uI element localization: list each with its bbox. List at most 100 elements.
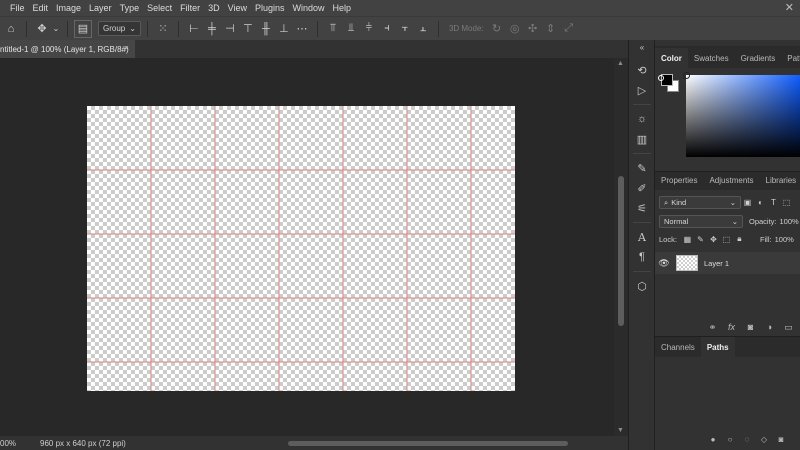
add-mask-icon[interactable]: ◙ (775, 435, 787, 444)
tab-properties[interactable]: Properties (655, 172, 703, 190)
vertical-scrollbar[interactable]: ▲ ▼ (614, 58, 628, 436)
fill-path-icon[interactable]: ● (707, 435, 719, 444)
link-layers-icon[interactable]: ⚭ (705, 322, 720, 333)
color-picker-marker[interactable] (683, 72, 690, 79)
scroll-up-icon[interactable]: ▲ (617, 60, 624, 67)
3d-drag-icon[interactable]: ✣ (524, 20, 542, 38)
menu-help[interactable]: Help (333, 3, 352, 13)
filter-type-icon[interactable]: T (767, 198, 780, 207)
tab-adjustments[interactable]: Adjustments (703, 172, 759, 190)
workspace[interactable] (0, 58, 614, 436)
scroll-down-icon[interactable]: ▼ (617, 427, 624, 434)
chevron-down-icon[interactable]: ⌄ (51, 20, 61, 38)
zoom-level[interactable]: 00% (0, 439, 40, 448)
3d-scale-icon[interactable]: ⤢ (560, 20, 578, 38)
menu-layer[interactable]: Layer (89, 3, 112, 13)
load-selection-icon[interactable]: ◌ (741, 435, 753, 444)
menu-image[interactable]: Image (56, 3, 81, 13)
align-center-h-icon[interactable]: ╪ (203, 20, 221, 38)
tab-channels[interactable]: Channels (655, 337, 701, 357)
menu-type[interactable]: Type (120, 3, 140, 13)
lock-artboard-icon[interactable]: ⬚ (720, 235, 733, 244)
align-top-icon[interactable]: ⊤ (239, 20, 257, 38)
lock-image-icon[interactable]: ✎ (694, 235, 707, 244)
lock-position-icon[interactable]: ✥ (707, 235, 720, 244)
layer-style-icon[interactable]: fx (724, 322, 739, 333)
tab-patterns[interactable]: Patterns (781, 48, 800, 68)
document-canvas[interactable] (87, 106, 515, 391)
distribute-hcenter-icon[interactable]: ⫟ (396, 20, 414, 38)
tab-color[interactable]: Color (655, 48, 688, 68)
paragraph-icon[interactable]: ¶ (629, 247, 655, 267)
auto-select-icon[interactable]: ▤ (74, 19, 92, 38)
align-right-icon[interactable]: ⊣ (221, 20, 239, 38)
tool-presets-icon[interactable]: ⚟ (629, 198, 655, 218)
adjustment-layer-icon[interactable]: ◑ (762, 322, 777, 333)
menu-edit[interactable]: Edit (33, 3, 49, 13)
character-icon[interactable]: A (629, 227, 655, 247)
3d-roll-icon[interactable]: ◎ (506, 20, 524, 38)
blend-row: Normal ⌄ Opacity: 100% (655, 215, 800, 228)
play-actions-icon[interactable]: ▷ (629, 80, 655, 100)
lock-transparent-icon[interactable]: ▦ (681, 235, 694, 244)
menu-file[interactable]: File (10, 3, 25, 13)
lock-all-icon[interactable]: 🔒︎ (733, 234, 746, 244)
close-tab-icon[interactable]: × (124, 43, 129, 53)
menu-plugins[interactable]: Plugins (255, 3, 285, 13)
distribute-left-icon[interactable]: ⫞ (378, 20, 396, 38)
add-mask-icon[interactable]: ◙ (743, 322, 758, 333)
align-left-icon[interactable]: ⊢ (185, 20, 203, 38)
histogram-icon[interactable]: ▥ (629, 129, 655, 149)
more-options-icon[interactable]: ⋯ (293, 20, 311, 38)
layer-name[interactable]: Layer 1 (704, 259, 729, 268)
menu-window[interactable]: Window (293, 3, 325, 13)
window-close-icon[interactable]: ✕ (785, 1, 794, 14)
tab-gradients[interactable]: Gradients (735, 48, 782, 68)
distribute-top-icon[interactable]: ⫪ (324, 20, 342, 38)
menu-view[interactable]: View (228, 3, 247, 13)
menu-select[interactable]: Select (147, 3, 172, 13)
eye-icon[interactable]: 👁︎ (655, 258, 673, 269)
transform-controls-icon[interactable]: ⁙ (154, 20, 172, 38)
new-group-icon[interactable]: ▭ (781, 322, 796, 333)
tab-swatches[interactable]: Swatches (688, 48, 735, 68)
color-picker-field[interactable] (683, 72, 800, 157)
vertical-scroll-thumb[interactable] (618, 176, 624, 326)
opacity-value[interactable]: 100% (780, 217, 799, 226)
auto-select-dropdown[interactable]: Group ⌄ (98, 21, 141, 36)
collapse-panels-icon[interactable]: « (629, 40, 655, 54)
make-work-path-icon[interactable]: ◇ (758, 435, 770, 444)
3d-slide-icon[interactable]: ⇕ (542, 20, 560, 38)
tab-libraries[interactable]: Libraries (760, 172, 800, 190)
distribute-right-icon[interactable]: ⫠ (414, 20, 432, 38)
fill-value[interactable]: 100% (775, 235, 794, 244)
filter-adjustment-icon[interactable]: ◐ (754, 198, 767, 207)
adjustments-icon[interactable]: ☼ (629, 109, 655, 129)
layer-row[interactable]: 👁︎ Layer 1 (655, 252, 800, 274)
3d-orbit-icon[interactable]: ↻ (488, 20, 506, 38)
move-tool-icon[interactable]: ✥ (33, 20, 51, 38)
distribute-bottom-icon[interactable]: ⫩ (360, 20, 378, 38)
home-icon[interactable]: ⌂ (2, 20, 20, 38)
history-icon[interactable]: ⟲ (629, 60, 655, 80)
options-divider (316, 20, 318, 37)
3d-cube-icon[interactable]: ⬡ (629, 276, 655, 296)
stroke-path-icon[interactable]: ○ (724, 435, 736, 444)
filter-pixel-icon[interactable]: ▣ (741, 198, 754, 207)
layer-filter-kind[interactable]: ⌕ Kind ⌄ (659, 196, 741, 209)
document-info[interactable]: 960 px x 640 px (72 ppi) (40, 439, 126, 448)
tab-paths[interactable]: Paths (700, 337, 735, 357)
filter-shape-icon[interactable]: ⬚ (780, 198, 793, 207)
menu-filter[interactable]: Filter (180, 3, 200, 13)
menu-3d[interactable]: 3D (208, 3, 220, 13)
options-divider (146, 20, 148, 37)
blend-mode-dropdown[interactable]: Normal ⌄ (659, 215, 743, 228)
distribute-vcenter-icon[interactable]: ⫫ (342, 20, 360, 38)
align-bottom-icon[interactable]: ⊥ (275, 20, 293, 38)
document-tab[interactable]: ntitled-1 @ 100% (Layer 1, RGB/8#) × (0, 40, 135, 58)
brush-icon[interactable]: ✐ (629, 178, 655, 198)
horizontal-scroll-thumb[interactable] (288, 441, 568, 446)
document-tab-bar: ntitled-1 @ 100% (Layer 1, RGB/8#) × (0, 40, 628, 58)
align-middle-v-icon[interactable]: ╫ (257, 20, 275, 38)
brush-settings-icon[interactable]: ✎ (629, 158, 655, 178)
